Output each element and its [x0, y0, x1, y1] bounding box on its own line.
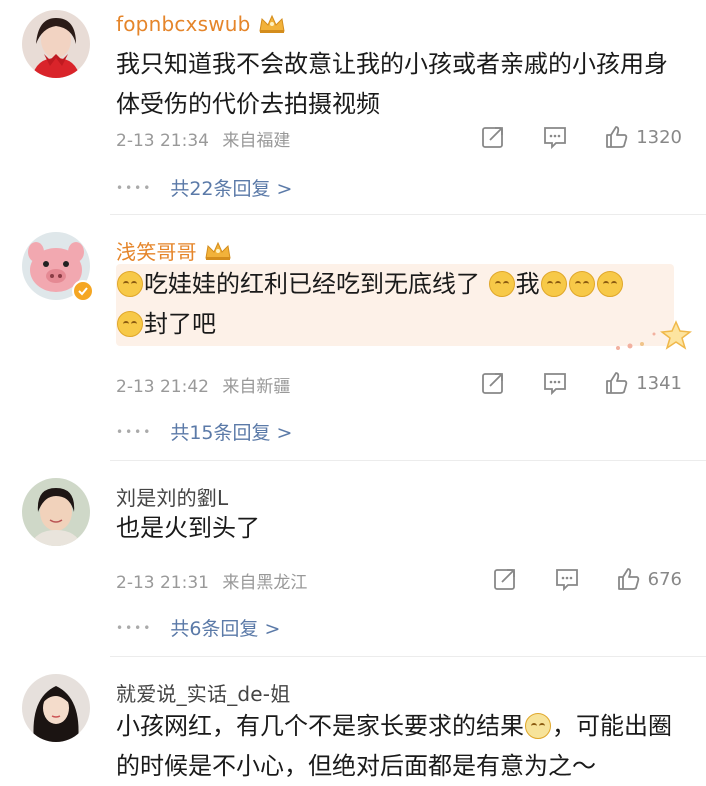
comment-button[interactable] — [542, 370, 568, 396]
share-button[interactable] — [480, 124, 506, 150]
user-avatar-image — [22, 674, 90, 742]
like-button[interactable]: 1320 — [604, 124, 682, 150]
username[interactable]: 浅笑哥哥 — [116, 236, 233, 265]
dots-decoration: •••• — [116, 180, 153, 195]
replies-count: 共15条回复 > — [170, 422, 293, 444]
avatar[interactable] — [22, 674, 90, 742]
avatar[interactable] — [22, 478, 90, 546]
user-avatar-image — [22, 478, 90, 546]
view-replies-link[interactable]: •••• 共22条回复 > — [116, 174, 292, 201]
view-replies-link[interactable]: •••• 共6条回复 > — [116, 614, 280, 641]
like-count: 1320 — [636, 126, 682, 148]
timestamp: 2-13 21:42 — [116, 377, 209, 397]
location: 来自福建 — [222, 131, 291, 151]
like-button[interactable]: 1341 — [604, 370, 682, 396]
dots-decoration: •••• — [116, 424, 153, 439]
dots-decoration: •••• — [116, 620, 153, 635]
replies-count: 共22条回复 > — [170, 178, 293, 200]
timestamp: 2-13 21:34 — [116, 131, 209, 151]
comment-actions: 676 — [456, 566, 682, 592]
comment-actions: 1320 — [444, 124, 682, 150]
username-text: 刘是刘的劉L — [116, 486, 229, 510]
comment-text: 也是火到头了 — [116, 514, 260, 542]
comment-icon — [544, 127, 567, 150]
comment-text: 小孩网红，有几个不是家长要求的结果 ，可能出圈的时候是不小心，但绝对后面都是有意为… — [116, 706, 686, 786]
user-avatar-image — [22, 10, 90, 78]
crown-icon — [205, 241, 231, 260]
comment-actions: 1341 — [444, 370, 682, 396]
like-count: 1341 — [636, 372, 682, 394]
divider — [110, 656, 706, 657]
username[interactable]: fopnbcxswub — [116, 12, 287, 36]
like-button[interactable]: 676 — [616, 566, 682, 592]
divider — [110, 460, 706, 461]
username[interactable]: 刘是刘的劉L — [116, 482, 228, 511]
replies-count: 共6条回复 > — [170, 618, 281, 640]
comment-text-part: 吃娃娃的红利已经吃到无底线了 — [144, 270, 480, 298]
comment-text-part: 我 — [515, 270, 540, 298]
smile-emoji-icon — [596, 271, 623, 297]
verified-badge-icon — [72, 280, 94, 302]
comment-button[interactable] — [554, 566, 580, 592]
smile-emoji-icon — [540, 271, 567, 297]
avatar[interactable] — [22, 10, 90, 78]
smile-emoji-icon — [488, 271, 515, 297]
share-button[interactable] — [480, 370, 506, 396]
comment-text: 我只知道我不会故意让我的小孩或者亲戚的小孩用身体受伤的代价去拍摄视频 — [116, 50, 668, 118]
crown-icon — [258, 14, 285, 33]
comment-meta: 2-13 21:42 来自新疆 — [116, 372, 290, 397]
username[interactable]: 就爱说_实话_de-姐 — [116, 678, 290, 707]
thumbs-up-icon — [606, 372, 628, 394]
thumbs-up-icon — [606, 126, 628, 148]
share-button[interactable] — [492, 566, 518, 592]
username-text: fopnbcxswub — [116, 12, 251, 36]
timestamp: 2-13 21:31 — [116, 573, 209, 593]
view-replies-link[interactable]: •••• 共15条回复 > — [116, 418, 292, 445]
smile-emoji-icon — [568, 271, 595, 297]
comment-icon — [555, 569, 578, 592]
comment-meta: 2-13 21:34 来自福建 — [116, 126, 290, 151]
comment-text-part: 封了吧 — [144, 310, 216, 338]
comment-text: 吃娃娃的红利已经吃到无底线了 我 封了吧 — [116, 264, 674, 346]
divider — [110, 214, 706, 215]
location: 来自黑龙江 — [222, 573, 308, 593]
smile-emoji-icon — [117, 311, 143, 337]
location: 来自新疆 — [222, 377, 291, 397]
thumbs-up-icon — [617, 568, 639, 590]
username-text: 就爱说_实话_de-姐 — [116, 682, 291, 706]
glasses-emoji-icon — [525, 713, 551, 739]
comment-icon — [544, 373, 567, 396]
comment-text-part: 小孩网红，有几个不是家长要求的结果 — [116, 712, 524, 740]
username-text: 浅笑哥哥 — [116, 240, 197, 264]
share-icon — [493, 569, 515, 590]
smile-emoji-icon — [117, 271, 143, 297]
share-icon — [482, 127, 504, 148]
sparkle-star-icon — [616, 320, 692, 350]
like-count: 676 — [647, 568, 682, 590]
share-icon — [482, 373, 504, 394]
comment-meta: 2-13 21:31 来自黑龙江 — [116, 568, 307, 593]
comment-button[interactable] — [542, 124, 568, 150]
